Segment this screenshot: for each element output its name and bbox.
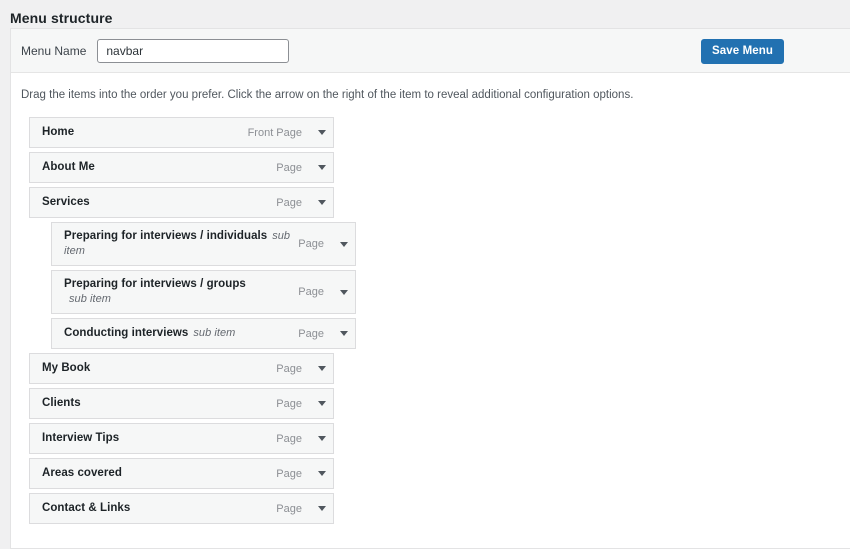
menu-item-type: Page (298, 286, 324, 298)
menu-item-row[interactable]: Services Page (29, 187, 334, 218)
chevron-down-icon (318, 366, 326, 371)
menu-name-label: Menu Name (21, 43, 87, 58)
menu-item-title: Services (42, 196, 90, 208)
chevron-down-icon (318, 506, 326, 511)
menu-item-expand-toggle[interactable] (311, 425, 333, 453)
menu-item-type: Page (276, 397, 302, 410)
menu-body: Drag the items into the order you prefer… (11, 73, 850, 548)
menu-item-type: Page (298, 327, 324, 340)
menu-item-expand-toggle[interactable] (311, 390, 333, 418)
page-title: Menu structure (10, 10, 113, 26)
menu-item-type: Front Page (247, 126, 302, 139)
menu-item-row[interactable]: Clients Page (29, 388, 334, 419)
menu-item-row[interactable]: Conducting interviews sub item Page (51, 318, 356, 349)
menu-item-title: Home (42, 126, 75, 138)
menu-name-bar: Menu Name Save Menu (11, 29, 850, 73)
menu-item-type: Page (276, 467, 302, 480)
menu-item-type: Page (298, 238, 324, 250)
menu-item-expand-toggle[interactable] (311, 154, 333, 182)
save-menu-button[interactable]: Save Menu (701, 39, 784, 64)
chevron-down-icon (340, 241, 348, 247)
menu-item-expand-toggle[interactable] (333, 230, 355, 258)
menu-item-row[interactable]: Preparing for interviews / individuals su… (51, 222, 356, 266)
menu-item-expand-toggle[interactable] (333, 320, 355, 348)
menu-item-expand-toggle[interactable] (311, 189, 333, 217)
menu-item-expand-toggle[interactable] (311, 460, 333, 488)
chevron-down-icon (340, 289, 348, 295)
menu-item-title: Clients (42, 397, 81, 409)
menu-item-row[interactable]: About Me Page (29, 152, 334, 183)
menu-item-expand-toggle[interactable] (311, 119, 333, 147)
sub-item-label: sub item (193, 327, 236, 339)
menu-structure-panel: Menu Name Save Menu Drag the items into … (10, 28, 850, 549)
menu-item-title: Areas covered (42, 467, 122, 479)
menu-item-type: Page (276, 362, 302, 375)
chevron-down-icon (318, 130, 326, 135)
menu-item-title: My Book (42, 362, 91, 374)
menu-name-input[interactable] (97, 38, 290, 63)
chevron-down-icon (318, 471, 326, 476)
menu-item-title: Contact & Links (42, 502, 131, 514)
drag-instructions: Drag the items into the order you prefer… (21, 89, 634, 101)
menu-item-row[interactable]: Home Front Page (29, 117, 334, 148)
chevron-down-icon (318, 436, 326, 441)
menu-item-title: About Me (42, 161, 95, 173)
menu-item-type: Page (276, 502, 302, 515)
menu-item-list: Home Front Page About Me Page Services Page Pr… (11, 117, 850, 548)
chevron-down-icon (318, 401, 326, 406)
menu-item-row[interactable]: Interview Tips Page (29, 423, 334, 454)
menu-item-title: Preparing for interviews / groups sub ite… (52, 271, 298, 313)
menu-item-title: Preparing for interviews / individuals su… (64, 230, 291, 257)
menu-item-type: Page (276, 432, 302, 445)
menu-item-expand-toggle[interactable] (333, 278, 355, 306)
chevron-down-icon (340, 331, 348, 336)
menu-item-expand-toggle[interactable] (311, 495, 333, 523)
menu-item-row[interactable]: My Book Page (29, 353, 334, 384)
chevron-down-icon (318, 165, 326, 170)
menu-item-title: Conducting interviews sub item (64, 327, 236, 339)
menu-item-type: Page (276, 161, 302, 174)
menu-item-row[interactable]: Contact & Links Page (29, 493, 334, 524)
menu-item-expand-toggle[interactable] (311, 355, 333, 383)
menu-item-row[interactable]: Preparing for interviews / groups sub ite… (51, 270, 356, 314)
menu-item-title: Interview Tips (42, 432, 120, 444)
chevron-down-icon (318, 200, 326, 205)
sub-item-label: sub item (64, 230, 291, 257)
menu-item-type: Page (276, 196, 302, 209)
sub-item-label: sub item (69, 293, 111, 305)
menu-item-row[interactable]: Areas covered Page (29, 458, 334, 489)
